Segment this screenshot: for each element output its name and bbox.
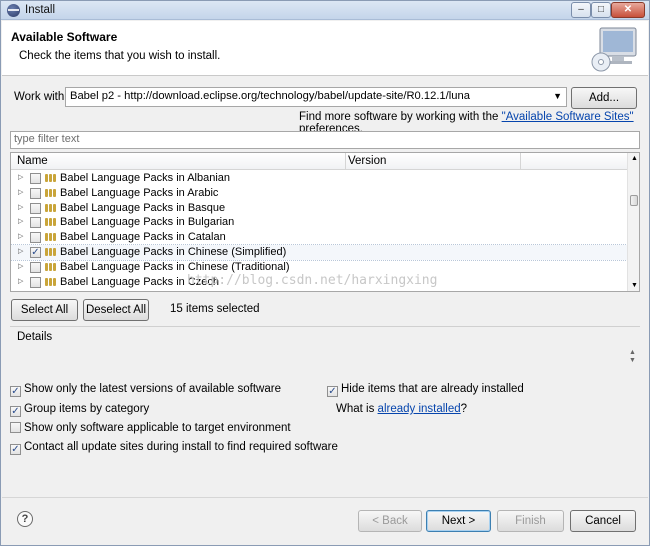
option-label: Group items by category <box>24 403 150 415</box>
watermark: http://blog.csdn.net/harxingxing <box>187 273 438 288</box>
package-icon <box>45 174 57 182</box>
page-title: Available Software <box>11 30 118 44</box>
column-header-name[interactable]: Name <box>17 155 48 167</box>
software-tree[interactable]: Name Version ▷ Babel Language Packs in Al… <box>10 152 640 292</box>
row-checkbox[interactable] <box>30 217 41 229</box>
table-row[interactable]: ▷ ✓ Babel Language Packs in Chinese (Simpl… <box>11 243 628 261</box>
row-checkbox[interactable] <box>30 276 41 288</box>
expand-arrow-icon[interactable]: ▷ <box>18 232 23 240</box>
option-label: Contact all update sites during install … <box>24 441 338 453</box>
select-all-button[interactable]: Select All <box>11 299 78 321</box>
available-software-sites-link[interactable]: "Available Software Sites" <box>502 111 634 123</box>
title-bar[interactable]: Install – □ ✕ <box>1 1 649 20</box>
row-label: Babel Language Packs in Chinese (Simplif… <box>60 245 287 258</box>
row-label: Babel Language Packs in Chinese (Traditi… <box>60 260 290 273</box>
table-row[interactable]: ▷ Babel Language Packs in Bulgarian <box>11 215 627 230</box>
already-installed-link[interactable]: already installed <box>378 403 461 415</box>
header-banner: Available Software Check the items that … <box>2 21 648 76</box>
filter-input[interactable]: type filter text <box>10 131 640 149</box>
row-label: Babel Language Packs in Basque <box>60 201 226 214</box>
work-with-label: Work with: <box>14 91 68 103</box>
option-checkbox[interactable]: ✓ <box>10 406 21 417</box>
row-checkbox[interactable]: ✓ <box>30 246 41 258</box>
option-checkbox[interactable] <box>10 422 21 433</box>
details-panel: Details ▲ ▼ <box>10 326 640 374</box>
row-label: Babel Language Packs in Arabic <box>60 186 219 199</box>
option-contact-update-sites[interactable]: ✓ Contact all update sites during install… <box>10 441 338 455</box>
tree-scrollbar[interactable]: ▲ ▼ <box>627 153 639 291</box>
eclipse-icon <box>7 4 20 17</box>
option-label: Hide items that are already installed <box>341 383 524 395</box>
column-divider[interactable] <box>520 153 521 170</box>
option-label: Show only the latest versions of availab… <box>24 383 281 395</box>
row-checkbox[interactable] <box>30 232 41 244</box>
expand-arrow-icon[interactable]: ▷ <box>18 173 23 181</box>
chevron-down-icon[interactable]: ▼ <box>553 91 562 101</box>
package-icon <box>45 188 57 197</box>
expand-arrow-icon[interactable]: ▷ <box>18 203 23 211</box>
window-title: Install <box>25 4 56 16</box>
table-row[interactable]: ▷ Babel Language Packs in Catalan <box>11 230 627 245</box>
expand-arrow-icon[interactable]: ▷ <box>18 247 23 255</box>
row-checkbox[interactable] <box>30 202 41 214</box>
work-with-combo[interactable]: Babel p2 - http://download.eclipse.org/t… <box>65 87 567 107</box>
expand-arrow-icon[interactable]: ▷ <box>18 188 23 196</box>
footer-divider <box>2 497 648 498</box>
column-divider[interactable] <box>345 153 346 170</box>
table-row[interactable]: ▷ Babel Language Packs in Basque <box>11 201 627 216</box>
next-button[interactable]: Next > <box>426 510 491 532</box>
close-button[interactable]: ✕ <box>611 2 645 18</box>
package-icon <box>45 233 57 242</box>
minimize-button[interactable]: – <box>571 2 591 18</box>
option-target-environment[interactable]: Show only software applicable to target … <box>10 422 291 434</box>
find-more-prefix: Find more software by working with the <box>299 111 502 123</box>
row-checkbox[interactable] <box>30 187 41 199</box>
package-icon <box>45 262 57 271</box>
package-icon <box>45 247 57 256</box>
what-is-suffix: ? <box>460 403 468 415</box>
scroll-up-icon[interactable]: ▲ <box>631 155 638 162</box>
details-scroll-icon[interactable]: ▲ ▼ <box>629 349 636 365</box>
column-header-version[interactable]: Version <box>348 155 386 167</box>
cancel-button[interactable]: Cancel <box>570 510 636 532</box>
package-icon <box>45 218 57 227</box>
back-button[interactable]: < Back <box>358 510 422 532</box>
expand-arrow-icon[interactable]: ▷ <box>18 217 23 225</box>
details-label: Details <box>17 331 53 343</box>
table-row[interactable]: ▷ Babel Language Packs in Albanian <box>11 171 627 186</box>
row-label: Babel Language Packs in Bulgarian <box>60 216 235 229</box>
finish-button[interactable]: Finish <box>497 510 564 532</box>
option-checkbox[interactable]: ✓ <box>327 386 338 397</box>
option-label: Show only software applicable to target … <box>24 422 291 434</box>
row-checkbox[interactable] <box>30 261 41 273</box>
selected-count: 15 items selected <box>170 303 260 315</box>
install-dialog: Install – □ ✕ Available Software Check t… <box>0 0 650 546</box>
package-icon <box>45 277 57 286</box>
maximize-button[interactable]: □ <box>591 2 611 18</box>
help-icon[interactable]: ? <box>17 511 33 527</box>
option-group-by-category[interactable]: ✓ Group items by category <box>10 403 149 417</box>
page-subtitle: Check the items that you wish to install… <box>19 50 221 62</box>
row-checkbox[interactable] <box>30 173 41 184</box>
table-row[interactable]: ▷ Babel Language Packs in Arabic <box>11 186 627 201</box>
package-icon <box>45 203 57 212</box>
scroll-down-icon[interactable]: ▼ <box>631 282 638 289</box>
deselect-all-button[interactable]: Deselect All <box>83 299 149 321</box>
expand-arrow-icon[interactable]: ▷ <box>18 277 23 285</box>
scroll-thumb[interactable] <box>630 195 638 206</box>
what-is-prefix: What is <box>336 403 378 415</box>
tree-header: Name Version <box>11 153 627 170</box>
what-is-installed-text: What is already installed? <box>336 403 467 415</box>
option-latest-versions[interactable]: ✓ Show only the latest versions of availa… <box>10 383 281 397</box>
row-label: Babel Language Packs in Catalan <box>60 231 226 244</box>
option-hide-installed[interactable]: ✓ Hide items that are already installed <box>327 383 524 397</box>
option-checkbox[interactable]: ✓ <box>10 386 21 397</box>
add-site-button[interactable]: Add... <box>571 87 637 109</box>
row-label: Babel Language Packs in Albanian <box>60 172 231 184</box>
option-checkbox[interactable]: ✓ <box>10 444 21 455</box>
tree-rows: ▷ Babel Language Packs in Albanian ▷ Babel… <box>11 171 628 289</box>
expand-arrow-icon[interactable]: ▷ <box>18 262 23 270</box>
work-with-value: Babel p2 - http://download.eclipse.org/t… <box>70 90 470 102</box>
install-computer-icon <box>591 27 637 72</box>
